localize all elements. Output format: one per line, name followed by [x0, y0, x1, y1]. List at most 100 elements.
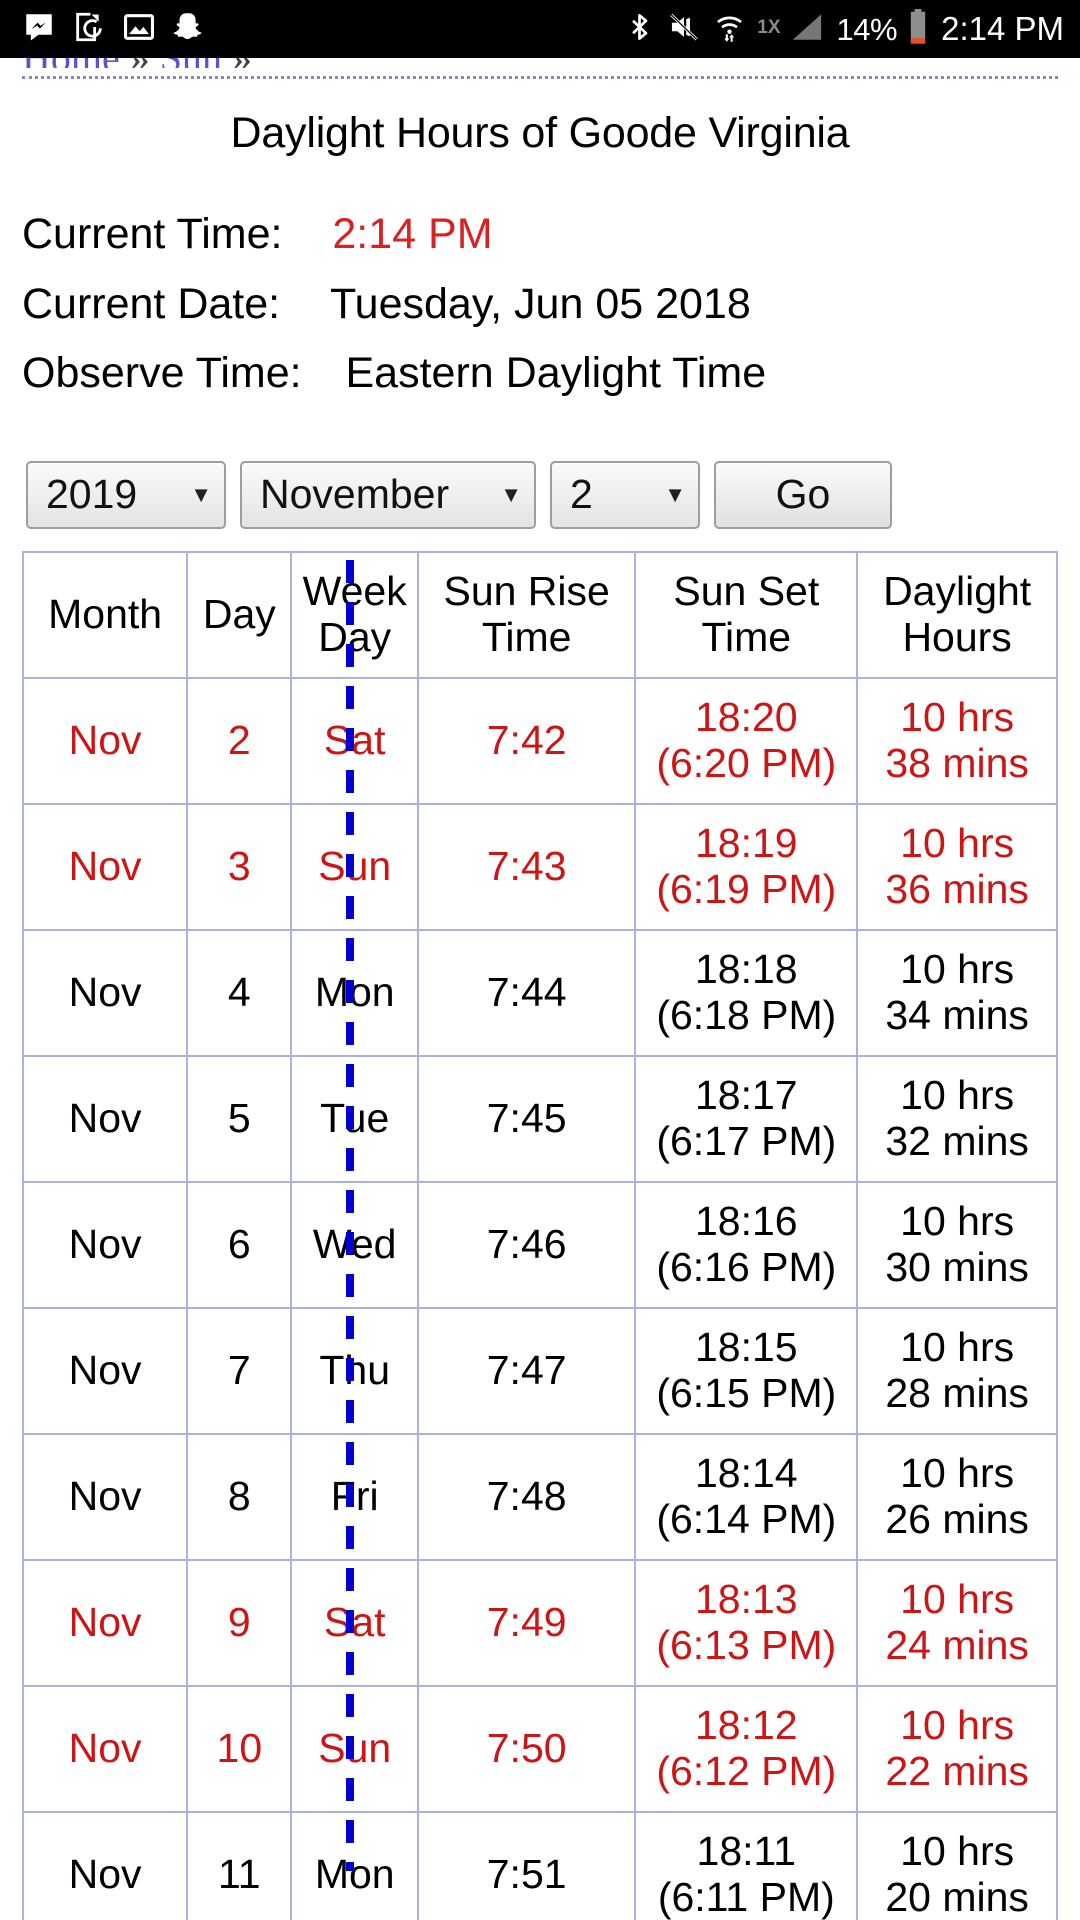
current-info-block: Current Time: 2:14 PM Current Date: Tues… [0, 200, 1080, 409]
table-header-row: Month Day Week Day Sun Rise Time Sun Set… [21, 550, 1058, 679]
cell-daylight: 10 hrs 30 mins [856, 1180, 1058, 1309]
date-selector-controls: 2019 ▼ November ▼ 2 ▼ Go [0, 460, 1080, 529]
chevron-down-icon: ▼ [500, 481, 522, 507]
cell-sunset: 18:15 (6:15 PM) [634, 1306, 859, 1435]
cell-sunrise: 7:51 [416, 1810, 637, 1920]
table-row: Nov 2 Sat 7:42 18:20 (6:20 PM) 10 hrs 38 mins [21, 676, 1058, 805]
bluetooth-icon [624, 10, 655, 49]
cell-month: Nov [21, 1180, 189, 1309]
chevron-down-icon: ▼ [190, 481, 212, 507]
current-time-value: 2:14 PM [332, 210, 493, 258]
current-date-row: Current Date: Tuesday, Jun 05 2018 [22, 270, 1080, 340]
cell-month: Nov [21, 1054, 189, 1183]
cell-weekday: Sun [290, 1684, 419, 1813]
daylight-table-body: Nov 2 Sat 7:42 18:20 (6:20 PM) 10 hrs 38 mins No… [21, 676, 1058, 1920]
cell-weekday: Wed [290, 1180, 419, 1309]
go-button[interactable]: Go [714, 460, 892, 529]
cell-day: 9 [186, 1558, 293, 1687]
wifi-icon [713, 10, 746, 49]
cell-sunrise: 7:42 [416, 676, 637, 805]
cell-daylight: 10 hrs 26 mins [856, 1432, 1058, 1561]
cell-day: 4 [186, 928, 293, 1057]
snapchat-icon [172, 10, 206, 49]
breadcrumb-divider [22, 76, 1058, 79]
cell-day: 8 [186, 1432, 293, 1561]
day-select[interactable]: 2 ▼ [550, 460, 700, 529]
battery-percent-label: 14% [836, 11, 898, 47]
observe-time-row: Observe Time: Eastern Daylight Time [22, 339, 1080, 409]
cell-weekday: Tue [290, 1054, 419, 1183]
column-header-day: Day [186, 550, 293, 679]
signal-icon [788, 10, 826, 49]
cell-weekday: Fri [290, 1432, 419, 1561]
table-row: Nov 3 Sun 7:43 18:19 (6:19 PM) 10 hrs 36 mins [21, 802, 1058, 931]
cell-month: Nov [21, 1306, 189, 1435]
month-select-value: November [260, 471, 450, 518]
cell-daylight: 10 hrs 32 mins [856, 1054, 1058, 1183]
cell-sunrise: 7:49 [416, 1558, 637, 1687]
observe-time-label: Observe Time: [22, 349, 302, 398]
cell-sunset: 18:20 (6:20 PM) [634, 676, 859, 805]
battery-icon [908, 8, 928, 50]
cell-day: 7 [186, 1306, 293, 1435]
column-header-daylight: Daylight Hours [856, 550, 1058, 679]
day-select-value: 2 [570, 471, 593, 518]
cell-weekday: Sat [290, 676, 419, 805]
table-row: Nov 6 Wed 7:46 18:16 (6:16 PM) 10 hrs 30 mins [21, 1180, 1058, 1309]
cell-sunset: 18:18 (6:18 PM) [634, 928, 859, 1057]
cell-weekday: Mon [290, 928, 419, 1057]
cell-day: 10 [186, 1684, 293, 1813]
table-row: Nov 7 Thu 7:47 18:15 (6:15 PM) 10 hrs 28 mins [21, 1306, 1058, 1435]
current-date-label: Current Date: [22, 279, 281, 328]
table-row: Nov 5 Tue 7:45 18:17 (6:17 PM) 10 hrs 32 mins [21, 1054, 1058, 1183]
cell-sunset: 18:16 (6:16 PM) [634, 1180, 859, 1309]
cell-daylight: 10 hrs 36 mins [856, 802, 1058, 931]
current-time-label: Current Time: [22, 210, 283, 258]
cell-month: Nov [21, 1558, 189, 1687]
cell-weekday: Sat [290, 1558, 419, 1687]
table-row: Nov 8 Fri 7:48 18:14 (6:14 PM) 10 hrs 26 mins [21, 1432, 1058, 1561]
status-bar-clock: 2:14 PM [941, 10, 1064, 47]
cell-day: 5 [186, 1054, 293, 1183]
cell-daylight: 10 hrs 38 mins [856, 676, 1058, 805]
photo-icon [122, 10, 156, 49]
cell-daylight: 10 hrs 22 mins [856, 1684, 1058, 1813]
cell-sunrise: 7:46 [416, 1180, 637, 1309]
page-content: Home » Sun » Daylight Hours of Goode Vir… [0, 34, 1080, 1920]
cell-sunset: 18:17 (6:17 PM) [634, 1054, 859, 1183]
column-header-sun-set: Sun Set Time [634, 550, 859, 679]
cell-day: 2 [186, 676, 293, 805]
column-header-week-day: Week Day [290, 550, 419, 679]
year-select[interactable]: 2019 ▼ [26, 460, 226, 529]
table-row: Nov 9 Sat 7:49 18:13 (6:13 PM) 10 hrs 24 mins [21, 1558, 1058, 1687]
cell-daylight: 10 hrs 20 mins [856, 1810, 1058, 1920]
chevron-down-icon: ▼ [664, 481, 686, 507]
daylight-table-container: Month Day Week Day Sun Rise Time Sun Set… [21, 550, 1058, 1920]
observe-time-value: Eastern Daylight Time [345, 349, 767, 398]
cell-day: 6 [186, 1180, 293, 1309]
cell-sunset: 18:14 (6:14 PM) [634, 1432, 859, 1561]
cell-sunrise: 7:45 [416, 1054, 637, 1183]
screen-rotate-icon [72, 10, 106, 49]
cell-sunrise: 7:47 [416, 1306, 637, 1435]
current-date-value: Tuesday, Jun 05 2018 [330, 279, 751, 328]
cell-sunrise: 7:50 [416, 1684, 637, 1813]
status-bar-notification-icons [22, 10, 206, 49]
cell-sunset: 18:19 (6:19 PM) [634, 802, 859, 931]
cell-month: Nov [21, 1684, 189, 1813]
cell-sunrise: 7:43 [416, 802, 637, 931]
daylight-hours-table: Month Day Week Day Sun Rise Time Sun Set… [21, 550, 1058, 1920]
table-row: Nov 4 Mon 7:44 18:18 (6:18 PM) 10 hrs 34 mins [21, 928, 1058, 1057]
month-select[interactable]: November ▼ [240, 460, 536, 529]
cell-month: Nov [21, 928, 189, 1057]
cell-weekday: Mon [290, 1810, 419, 1920]
cell-month: Nov [21, 802, 189, 931]
cell-sunrise: 7:48 [416, 1432, 637, 1561]
cell-month: Nov [21, 676, 189, 805]
cell-day: 11 [186, 1810, 293, 1920]
cell-weekday: Thu [290, 1306, 419, 1435]
column-header-month: Month [21, 550, 189, 679]
cell-month: Nov [21, 1432, 189, 1561]
column-header-sun-rise: Sun Rise Time [416, 550, 637, 679]
cell-day: 3 [186, 802, 293, 931]
